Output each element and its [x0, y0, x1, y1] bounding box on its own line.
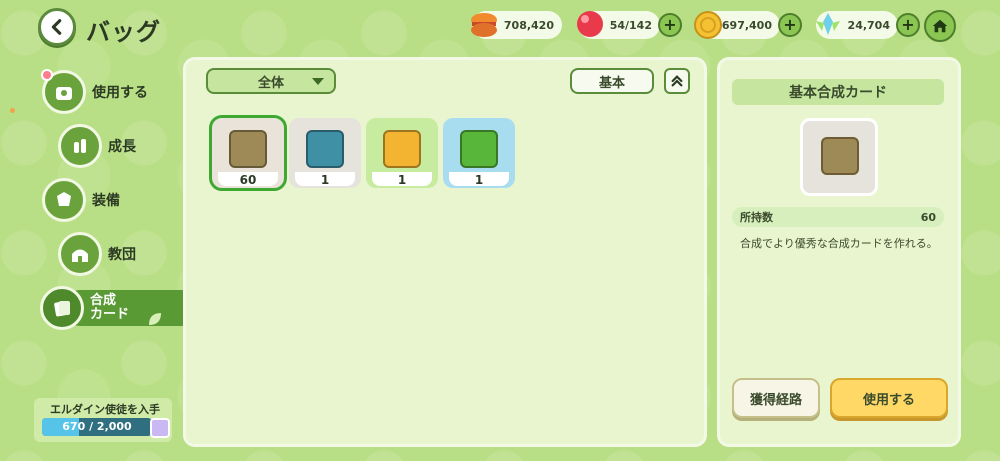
- decor-dot: [10, 108, 15, 113]
- quest-label: エルダイン使徒を入手: [50, 403, 160, 416]
- sort-button[interactable]: 基本: [570, 68, 654, 94]
- quest-progress-text: 670 / 2,000: [62, 420, 132, 433]
- synthesis-card-icon: [460, 130, 498, 168]
- owned-value: 60: [920, 210, 936, 224]
- filter-label: 全体: [257, 75, 284, 91]
- item-slot[interactable]: 1: [443, 118, 515, 188]
- sidebar-item-church[interactable]: 教団: [58, 232, 136, 276]
- sidebar-item-label: 教団: [108, 247, 136, 263]
- add-crystal-button[interactable]: +: [896, 13, 920, 37]
- inventory-panel: 全体 基本 60 1 1 1: [183, 57, 707, 447]
- leaf-icon: [149, 313, 161, 325]
- notification-badge: [41, 69, 53, 81]
- macaron-icon: [471, 13, 497, 37]
- sidebar-item-use[interactable]: 使用する: [41, 69, 148, 114]
- chevron-left-icon: [51, 19, 62, 35]
- detail-item-image: [800, 118, 878, 196]
- add-red-gem-button[interactable]: +: [658, 13, 682, 37]
- currency-macaron: 708,420: [471, 11, 562, 39]
- crystal-flower-icon: [816, 13, 840, 35]
- currency-red-gem: 54/142: [577, 11, 660, 39]
- growth-icon: [58, 124, 102, 168]
- double-chevron-up-icon: [671, 75, 683, 87]
- red-gem-count: 54/142: [609, 18, 652, 32]
- currency-crystal: 24,704: [816, 11, 898, 39]
- quest-reward-icon: [150, 418, 170, 438]
- gold-count: 697,400: [721, 18, 772, 32]
- synthesis-card-icon: [821, 137, 859, 175]
- caret-down-icon: [312, 78, 324, 85]
- back-button[interactable]: [38, 8, 76, 46]
- home-icon: [932, 19, 948, 33]
- item-count: 1: [320, 173, 330, 187]
- home-button[interactable]: [924, 10, 956, 42]
- quest-progress-bar: 670 / 2,000: [42, 418, 152, 436]
- equipment-icon: [42, 178, 86, 222]
- item-count: 60: [239, 173, 257, 187]
- sidebar-item-growth[interactable]: 成長: [58, 124, 136, 168]
- synthesis-card-icon: [383, 130, 421, 168]
- red-gem-icon: [577, 11, 603, 37]
- synthesis-card-icon: [306, 130, 344, 168]
- owned-label: 所持数: [740, 211, 773, 224]
- crystal-count: 24,704: [847, 18, 890, 32]
- add-gold-button[interactable]: +: [778, 13, 802, 37]
- detail-panel: 基本合成カード 所持数 60 合成でより優秀な合成カードを作れる。 獲得経路 使…: [717, 57, 961, 447]
- gold-coin-icon: [694, 11, 722, 39]
- page-title: バッグ: [86, 18, 161, 46]
- sidebar-item-equipment[interactable]: 装備: [42, 178, 120, 222]
- use-button[interactable]: 使用する: [830, 378, 948, 418]
- currency-gold: 697,400: [694, 11, 780, 39]
- acquisition-route-button[interactable]: 獲得経路: [732, 378, 820, 418]
- item-slot[interactable]: 60: [209, 115, 287, 191]
- sidebar-item-label: 装備: [92, 193, 120, 209]
- sort-label: 基本: [598, 75, 625, 91]
- church-icon: [58, 232, 102, 276]
- item-count: 1: [397, 173, 407, 187]
- quest-box[interactable]: エルダイン使徒を入手 670 / 2,000: [34, 398, 172, 442]
- item-slot[interactable]: 1: [289, 118, 361, 188]
- sort-order-button[interactable]: [664, 68, 690, 94]
- item-slot[interactable]: 1: [366, 118, 438, 188]
- detail-title: 基本合成カード: [732, 79, 944, 105]
- sidebar-item-label: 合成 カード: [90, 293, 130, 322]
- synthesis-card-icon: [229, 130, 267, 168]
- bag-icon: [41, 69, 86, 114]
- sidebar-item-label: 成長: [108, 139, 136, 155]
- macaron-count: 708,420: [503, 18, 554, 32]
- owned-row: 所持数 60: [732, 207, 944, 227]
- item-count: 1: [474, 173, 484, 187]
- filter-dropdown[interactable]: 全体: [206, 68, 336, 94]
- sidebar-item-label: 使用する: [92, 85, 148, 101]
- card-icon: [40, 286, 84, 330]
- item-description: 合成でより優秀な合成カードを作れる。: [740, 237, 938, 250]
